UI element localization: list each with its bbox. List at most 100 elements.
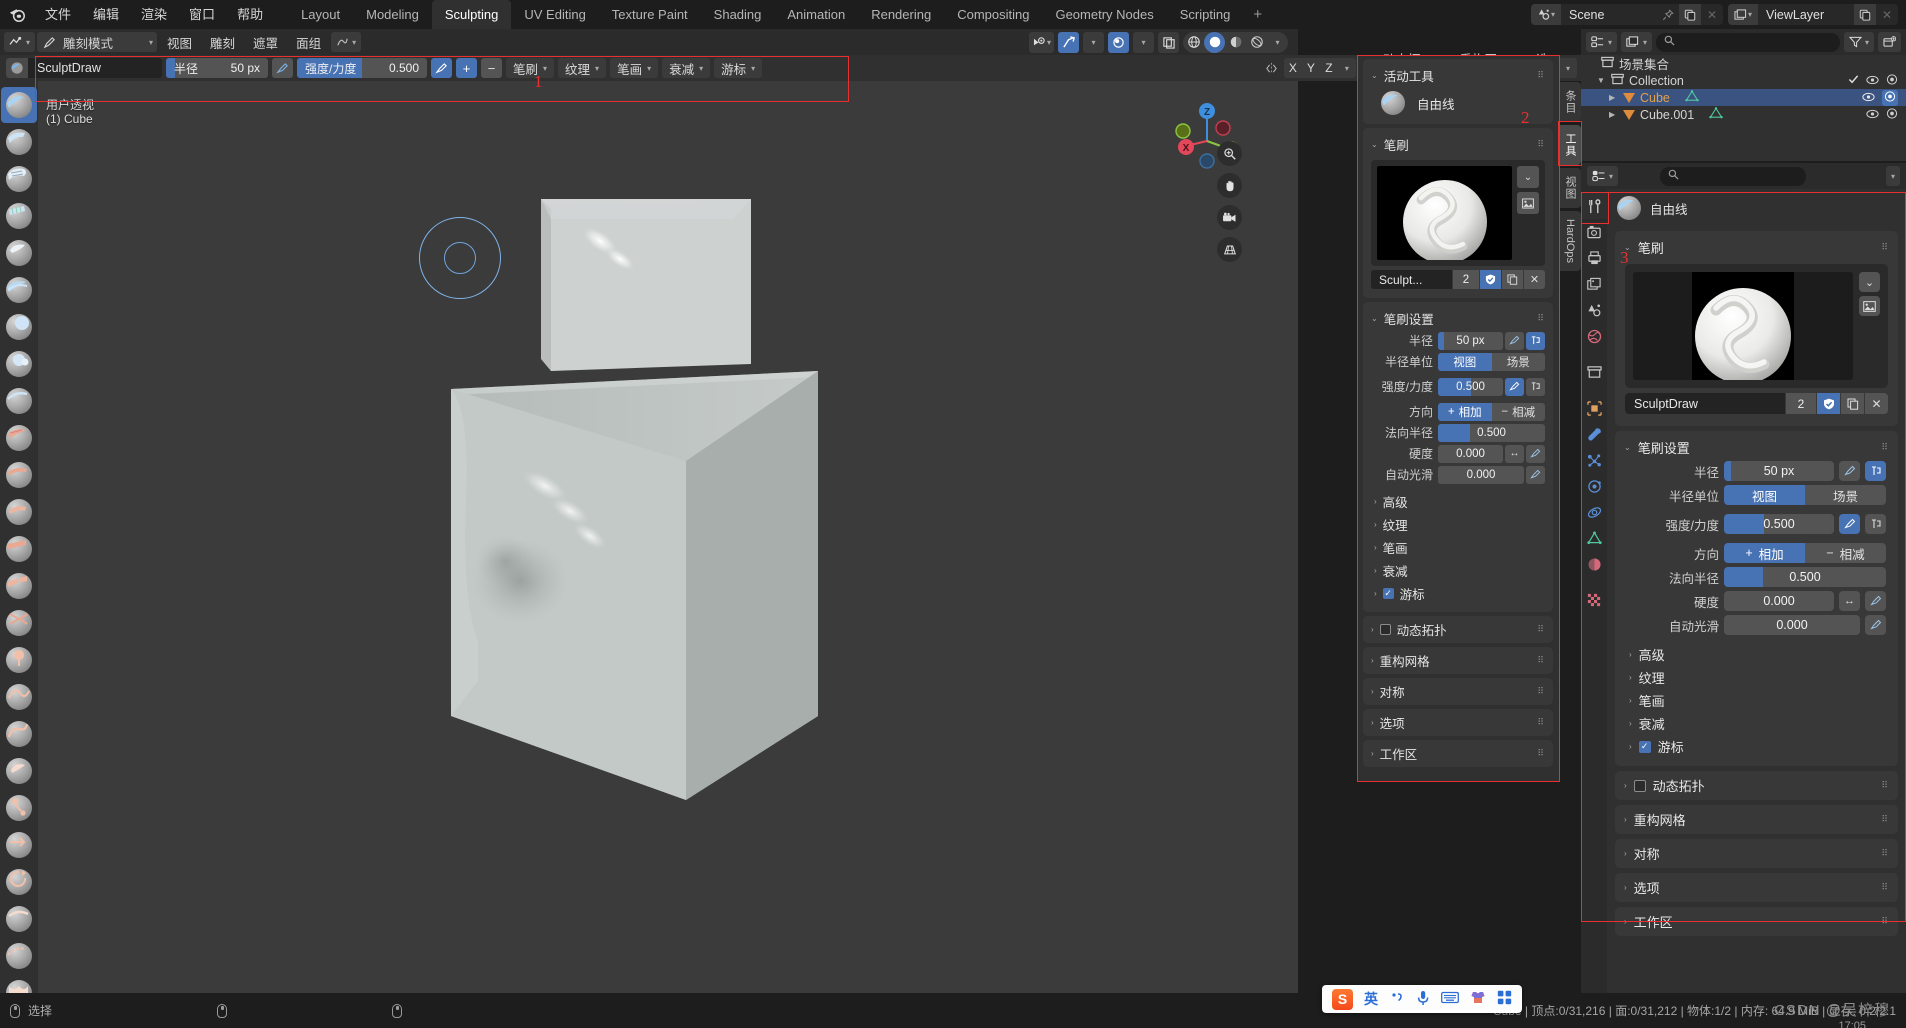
outliner-row-cube[interactable]: ▶ Cube [1581,89,1906,106]
mesh-data-icon[interactable] [1709,107,1723,122]
npanel-normal-radius-field[interactable]: 0.500 [1438,423,1545,442]
npanel-section-dyntopo[interactable]: › 动态拓扑 ⠿ [1363,616,1553,643]
drag-grip[interactable]: ⠿ [1881,882,1889,893]
tool-crease[interactable] [1,383,37,419]
shield-icon[interactable] [1817,393,1840,414]
tool-multiplane-scrape[interactable] [1,568,37,604]
dropdown-stroke[interactable]: 笔画 ▾ [610,58,659,78]
pressure-icon[interactable] [1865,591,1886,611]
dropdown-brush[interactable]: 笔刷 ▾ [506,58,555,78]
npanel-section-options[interactable]: › 选项 ⠿ [1363,709,1553,736]
properties-tab-tool[interactable] [1581,193,1607,219]
mode-selector[interactable]: 雕刻模式 ▾ [37,32,158,52]
properties-section-symmetry[interactable]: › 对称 ⠿ [1615,839,1898,868]
eye-icon[interactable] [1866,108,1879,122]
npanel-brush-header[interactable]: ⌄ 笔刷 ⠿ [1363,133,1553,156]
properties-section-dyntopo[interactable]: › 动态拓扑 ⠿ [1615,771,1898,800]
symmetry-axis-z[interactable]: Z [1320,58,1338,78]
npanel-active-tool-header[interactable]: ⌄ 活动工具 ⠿ [1363,64,1553,87]
properties-brush-users[interactable]: 2 [1786,393,1816,414]
microphone-icon[interactable] [1416,990,1430,1009]
strength-pressure-icon[interactable] [431,58,452,78]
tool-clay-strips[interactable] [1,198,37,234]
tool-flatten[interactable] [1,457,37,493]
camera-render-icon[interactable] [1882,89,1898,106]
drag-grip[interactable]: ⠿ [1537,748,1545,759]
npanel-section-remesh[interactable]: › 重构网格 ⠿ [1363,647,1553,674]
npanel-brush-settings-header[interactable]: ⌄ 笔刷设置 ⠿ [1363,307,1553,330]
properties-radius-field[interactable]: 50 px [1724,461,1834,481]
properties-search-input[interactable] [1660,166,1807,186]
unified-strength-icon[interactable] [1526,377,1545,396]
shading-material-icon[interactable] [1225,32,1246,53]
ime-mode-label[interactable]: 英 [1364,989,1378,1009]
properties-sub-falloff[interactable]: › 衰减 [1615,712,1898,735]
tool-inflate[interactable] [1,309,37,345]
outliner-display-mode-icon[interactable]: ▾ [1586,32,1618,52]
duplicate-scene-icon[interactable] [1679,4,1701,25]
tool-clay[interactable] [1,161,37,197]
properties-tab-constraints[interactable] [1581,499,1607,525]
drag-grip[interactable]: ⠿ [1537,655,1545,666]
image-icon[interactable] [1517,192,1539,214]
pressure-icon[interactable] [1505,331,1524,350]
radius-unit-view-option[interactable]: 视图 [1724,485,1805,505]
chevron-down-icon[interactable]: ⌄ [1517,166,1539,188]
properties-tab-viewlayer[interactable] [1581,271,1607,297]
drag-grip[interactable]: ⠿ [1537,139,1545,150]
properties-sub-cursor[interactable]: › ✓ 游标 [1615,735,1898,758]
ime-toolbar[interactable]: S 英 [1322,985,1522,1013]
sogou-logo-icon[interactable]: S [1332,988,1353,1010]
pressure-icon[interactable] [1865,615,1886,635]
add-workspace-button[interactable]: + [1243,0,1272,29]
npanel-sub-advanced[interactable]: › 高级 [1363,490,1553,513]
vp-menu-sculpt[interactable]: 雕刻 [202,32,243,52]
object-visibility-icon[interactable]: ▾ [1028,31,1054,53]
dyntopo-checkbox[interactable] [1379,624,1391,635]
npanel-brush-users[interactable]: 2 [1453,270,1479,289]
direction-subtract-option[interactable]: − 相减 [1491,402,1545,421]
proportional-dropdown-icon[interactable]: ▾ [1133,31,1154,53]
outliner-row-cube001[interactable]: ▶ Cube.001 [1581,106,1906,123]
properties-normal-radius-field[interactable]: 0.500 [1724,567,1886,587]
radius-pressure-icon[interactable] [272,58,293,78]
direction-add-option[interactable]: + 相加 [1724,543,1805,563]
pin-icon[interactable] [1657,4,1679,25]
close-viewlayer-icon[interactable]: ✕ [1876,4,1898,25]
shading-rendered-icon[interactable] [1246,32,1267,53]
properties-tab-scene[interactable] [1581,297,1607,323]
disclosure-triangle-icon[interactable]: ▶ [1609,93,1618,102]
eye-icon[interactable] [1862,91,1875,105]
npanel-radius-field[interactable]: 50 px [1438,331,1503,350]
outliner-search-input[interactable] [1656,32,1840,52]
direction-subtract-button[interactable]: − [481,58,502,78]
properties-tab-data[interactable] [1581,525,1607,551]
symmetry-dropdown-icon[interactable]: ▾ [1338,58,1356,78]
tool-pose[interactable] [1,790,37,826]
workspace-tab-texture-paint[interactable]: Texture Paint [599,0,701,29]
sidebar-tab-view[interactable]: 视图 [1559,168,1581,208]
close-icon[interactable]: ✕ [1524,270,1545,289]
tool-blob[interactable] [1,346,37,382]
blender-logo-icon[interactable] [0,0,34,29]
drag-grip[interactable]: ⠿ [1881,916,1889,927]
vp-menu-facesets[interactable]: 面组 [288,32,329,52]
properties-tab-modifier[interactable] [1581,421,1607,447]
properties-sub-advanced[interactable]: › 高级 [1615,643,1898,666]
pressure-icon[interactable] [1526,444,1545,463]
strength-slider[interactable]: 强度/力度 0.500 [297,58,427,78]
unified-radius-icon[interactable] [1526,331,1545,350]
dropdown-falloff[interactable]: 衰减 ▾ [662,58,711,78]
properties-tab-material[interactable] [1581,551,1607,577]
skin-icon[interactable] [1470,990,1486,1008]
tool-nudge[interactable] [1,827,37,863]
radius-unit-view-option[interactable]: 视图 [1438,352,1492,371]
npanel-auto-smooth-field[interactable]: 0.000 [1438,465,1524,484]
npanel-brush-preview[interactable]: ⌄ [1371,160,1545,266]
sidebar-tab-tool[interactable]: 工具 [1559,125,1581,165]
properties-brush-settings-header[interactable]: ⌄ 笔刷设置 ⠿ [1615,436,1898,459]
properties-section-remesh[interactable]: › 重构网格 ⠿ [1615,805,1898,834]
menu-help[interactable]: 帮助 [226,0,274,29]
checkbox-icon[interactable] [1848,74,1859,88]
npanel-section-symmetry[interactable]: › 对称 ⠿ [1363,678,1553,705]
